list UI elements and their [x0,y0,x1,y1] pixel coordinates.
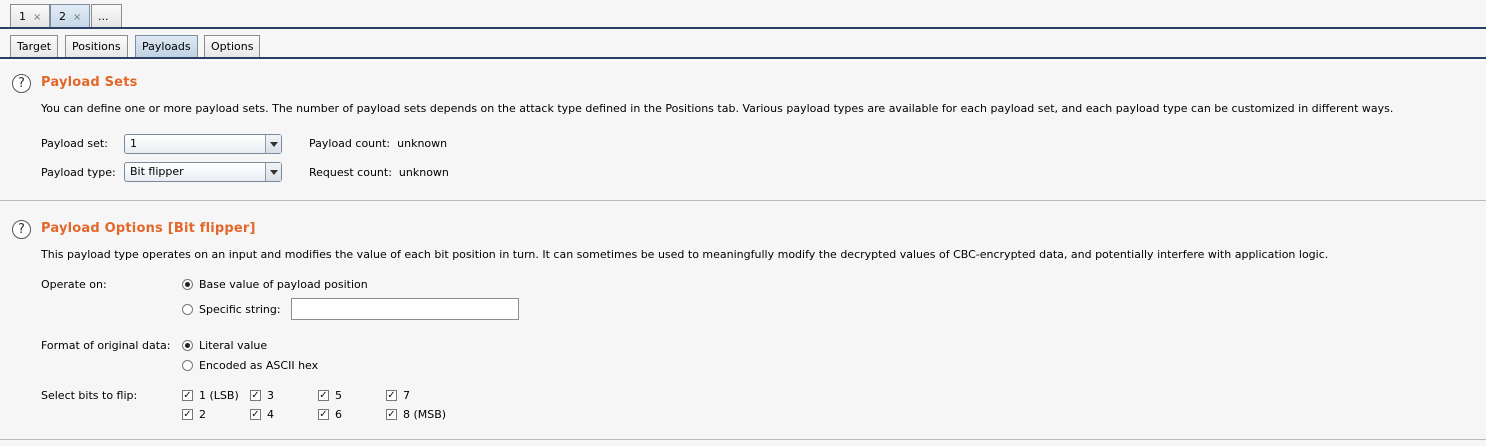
bit-6-checkbox[interactable]: ✓ [318,409,329,420]
payload-set-label: Payload set: [41,137,108,150]
new-tab-label: ... [98,10,109,23]
bit-6-label: 6 [335,408,342,421]
bit-3-checkbox[interactable]: ✓ [250,390,261,401]
chevron-down-icon [265,135,281,153]
bit-3-label: 3 [267,389,274,402]
radio-base-value[interactable] [182,279,193,290]
payload-type-value: Bit flipper [130,165,184,178]
tab-target[interactable]: Target [10,35,59,58]
bit-4-checkbox[interactable]: ✓ [250,409,261,420]
attack-tab-strip: 1 × 2 × ... [0,0,1486,30]
section-title-payload-options: Payload Options [Bit flipper] [41,221,256,236]
close-icon[interactable]: × [73,12,81,23]
radio-specific-string[interactable] [182,304,193,315]
specific-string-input[interactable] [291,298,519,320]
bit-1-checkbox[interactable]: ✓ [182,390,193,401]
radio-specific-string-label: Specific string: [199,303,281,316]
tab-underline [0,27,1486,29]
radio-base-value-label: Base value of payload position [199,278,368,291]
request-count-value: unknown [398,166,449,179]
attack-tab-1[interactable]: 1 × [10,4,51,28]
section-divider [0,200,1486,201]
new-tab-button[interactable]: ... [91,4,122,28]
section-divider [0,439,1486,440]
bit-2-checkbox[interactable]: ✓ [182,409,193,420]
bit-8-label: 8 (MSB) [403,408,447,421]
bit-5-label: 5 [335,389,342,402]
payload-type-label: Payload type: [41,166,116,179]
bit-5-checkbox[interactable]: ✓ [318,390,329,401]
bit-1-label: 1 (LSB) [199,389,239,402]
section-description: You can define one or more payload sets.… [41,102,1394,115]
chevron-down-icon [265,163,281,181]
section-description: This payload type operates on an input a… [41,248,1329,261]
bit-8-checkbox[interactable]: ✓ [386,409,397,420]
payload-set-value: 1 [130,137,137,150]
bit-7-checkbox[interactable]: ✓ [386,390,397,401]
payload-type-select[interactable]: Bit flipper [124,162,282,182]
tab-underline [0,57,1486,59]
bit-2-label: 2 [199,408,206,421]
intruder-sub-tabs: Target Positions Payloads Options [0,30,1486,60]
operate-on-label: Operate on: [41,278,107,291]
bit-7-label: 7 [403,389,410,402]
attack-tab-label: 1 [19,10,26,23]
section-title-payload-sets: Payload Sets [41,75,138,90]
attack-tab-2[interactable]: 2 × [50,4,91,28]
tab-options[interactable]: Options [204,35,261,58]
request-count-label: Request count: unknown [309,166,449,179]
radio-literal-value-label: Literal value [199,339,268,352]
payloads-panel: ? Payload Sets You can define one or mor… [0,60,1486,446]
attack-tab-label: 2 [59,10,66,23]
tab-positions[interactable]: Positions [65,35,128,58]
payload-count-value: unknown [397,137,448,150]
bits-label: Select bits to flip: [41,389,138,402]
close-icon[interactable]: × [33,12,41,23]
tab-payloads[interactable]: Payloads [135,35,198,58]
bit-4-label: 4 [267,408,274,421]
payload-set-select[interactable]: 1 [124,134,282,154]
radio-literal-value[interactable] [182,340,193,351]
radio-ascii-hex-label: Encoded as ASCII hex [199,359,319,372]
format-label: Format of original data: [41,339,171,352]
payload-count-label: Payload count: unknown [309,137,448,150]
help-icon[interactable]: ? [12,74,31,93]
help-icon[interactable]: ? [12,220,31,239]
radio-ascii-hex[interactable] [182,360,193,371]
